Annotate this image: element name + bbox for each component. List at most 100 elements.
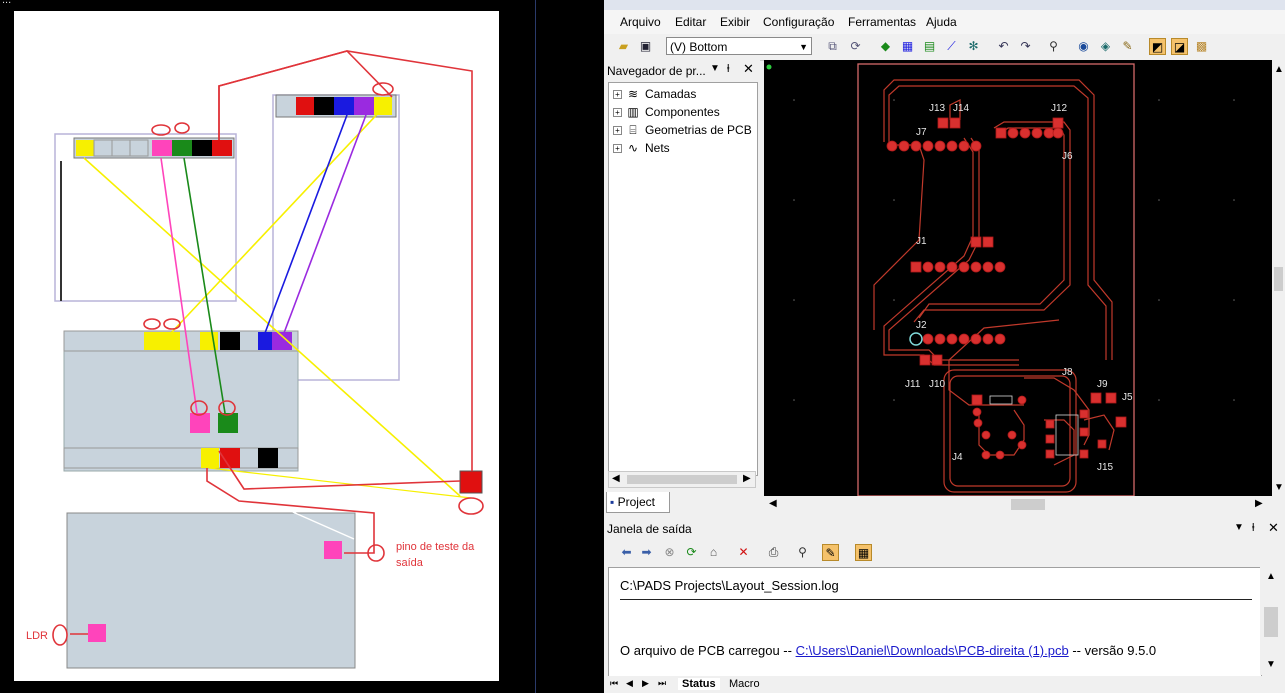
refresh-icon[interactable]: ⟳ (683, 544, 700, 561)
refresh-icon[interactable]: ⟳ (847, 38, 864, 55)
expand-icon[interactable]: + (613, 143, 622, 153)
tree-item-nets[interactable]: + ∿ Nets (613, 139, 670, 157)
output-window-title: Janela de saída (607, 522, 692, 536)
ref-j11: J11 (905, 379, 921, 390)
scroll-right-icon[interactable]: ▶ (743, 473, 751, 484)
scroll-up-icon[interactable]: ▲ (1266, 571, 1276, 582)
home-icon[interactable]: ⌂ (705, 544, 722, 561)
scroll-thumb[interactable] (1264, 607, 1278, 637)
tab-project[interactable]: ▪ Project (606, 492, 670, 513)
menu-bar: Arquivo Editar Exibir Configuração Ferra… (604, 10, 1285, 34)
pcb-layout[interactable]: J13 J14 J12 J7 J6 J1 J2 J11 J10 J8 J9 J5… (764, 60, 1272, 497)
pcb-canvas[interactable]: J13 J14 J12 J7 J6 J1 J2 J11 J10 J8 J9 J5… (764, 60, 1272, 497)
component-icon[interactable]: ✻ (965, 38, 982, 55)
print-icon[interactable]: ⎙ (765, 544, 782, 561)
tree-item-label: Nets (645, 141, 670, 155)
tab-project-label: Project (617, 495, 655, 509)
menu-configuracao[interactable]: Configuração (763, 15, 834, 29)
scroll-left-icon[interactable]: ◀ (769, 498, 777, 509)
edit-icon[interactable]: ✎ (822, 544, 839, 561)
tree-item-camadas[interactable]: + ≋ Camadas (613, 85, 696, 103)
output-tabs: ⏮ ◀ ▶ ⏭ Status Macro (604, 676, 1285, 693)
layers-icon: ≋ (627, 87, 639, 101)
prev-icon[interactable]: ◀ (626, 678, 633, 689)
scroll-up-icon[interactable]: ▲ (1274, 64, 1284, 75)
scroll-thumb[interactable] (1274, 267, 1283, 291)
ldr-annotation: LDR (26, 630, 48, 642)
delete-icon[interactable]: ✕ (735, 544, 752, 561)
board-header-top (63, 330, 299, 352)
scroll-down-icon[interactable]: ▼ (1266, 659, 1276, 670)
pcb-horizontal-scrollbar[interactable]: ◀ ▶ (764, 496, 1272, 513)
first-icon[interactable]: ⏮ (610, 678, 618, 689)
dropdown-icon[interactable]: ▼ (1234, 522, 1244, 533)
scroll-down-icon[interactable]: ▼ (1274, 482, 1284, 493)
line-icon[interactable]: ⟋ (943, 38, 960, 55)
log-icon[interactable]: ▦ (855, 544, 872, 561)
nets-icon: ∿ (627, 141, 639, 155)
pin-icon[interactable]: ⱡ (1252, 522, 1254, 534)
back-icon[interactable]: ⬅ (618, 544, 635, 561)
menu-ferramentas[interactable]: Ferramentas (848, 15, 916, 29)
expand-icon[interactable]: + (613, 125, 622, 135)
menu-exibir[interactable]: Exibir (720, 15, 750, 29)
ref-j9: J9 (1097, 379, 1108, 390)
menu-arquivo[interactable]: Arquivo (620, 15, 661, 29)
pin-icon[interactable]: ⱡ (727, 63, 729, 75)
scroll-left-icon[interactable]: ◀ (612, 473, 620, 484)
tab-status[interactable]: Status (678, 678, 720, 690)
close-icon[interactable]: ✕ (1268, 520, 1279, 536)
close-icon[interactable]: ✕ (743, 61, 754, 77)
window-titlebar (604, 0, 1285, 10)
zoom-icon[interactable]: ⚲ (1045, 38, 1062, 55)
save-icon[interactable]: ▣ (637, 38, 654, 55)
pcb-vertical-scrollbar[interactable]: ▲ ▼ (1272, 60, 1285, 496)
scroll-right-icon[interactable]: ▶ (1255, 498, 1263, 509)
scroll-thumb[interactable] (627, 475, 737, 484)
menu-editar[interactable]: Editar (675, 15, 706, 29)
wiring-sketch: pino de teste da saída LDR (14, 11, 499, 681)
output-log: C:\PADS Projects\Layout_Session.log O ar… (608, 567, 1262, 677)
toggle-pcb-icon[interactable]: ◩ (1149, 38, 1166, 55)
project-navigator: Navegador de pr... ▼ ⱡ ✕ + ≋ Camadas + ▥… (604, 60, 760, 515)
tree-item-componentes[interactable]: + ▥ Componentes (613, 103, 720, 121)
log-separator (620, 599, 1252, 600)
next-icon[interactable]: ▶ (642, 678, 649, 689)
dropdown-icon[interactable]: ▼ (710, 63, 720, 74)
route-icon[interactable]: ◆ (877, 38, 894, 55)
chip-icon: ▥ (627, 105, 639, 119)
navigator-scrollbar[interactable]: ◀ ▶ (608, 471, 756, 488)
forward-icon[interactable]: ➡ (638, 544, 655, 561)
layer-select[interactable]: (V) Bottom ▼ (666, 37, 812, 55)
output-scrollbar[interactable]: ▲ ▼ (1260, 567, 1282, 675)
expand-icon[interactable]: + (613, 89, 622, 99)
output-window-header: Janela de saída ▼ ⱡ ✕ (604, 519, 1285, 539)
undo-icon[interactable]: ↶ (995, 38, 1012, 55)
expand-icon[interactable]: + (613, 107, 622, 117)
main-toolbar: ▰ ▣ (V) Bottom ▼ ⧉ ⟳ ◆ ▦ ▤ ⟋ ✻ ↶ ↷ ⚲ ◉ ◈… (604, 34, 1285, 61)
footprint-icon: ⌸ (629, 122, 637, 137)
open-icon[interactable]: ▰ (615, 38, 632, 55)
view-icon[interactable]: ◉ (1075, 38, 1092, 55)
design-icon[interactable]: ▤ (921, 38, 938, 55)
toggle-view-icon[interactable]: ◪ (1171, 38, 1188, 55)
tab-macro[interactable]: Macro (729, 678, 760, 690)
grid-icon[interactable]: ▩ (1193, 38, 1210, 55)
ref-j12: J12 (1051, 103, 1068, 114)
stop-icon[interactable]: ⊗ (661, 544, 678, 561)
last-icon[interactable]: ⏭ (658, 678, 666, 689)
find-icon[interactable]: ⚲ (794, 544, 811, 561)
test-pin-annotation-2: saída (396, 557, 424, 569)
menu-ajuda[interactable]: Ajuda (926, 15, 957, 29)
autoroute-icon[interactable]: ▦ (899, 38, 916, 55)
tree-item-geometrias[interactable]: + ⌸ Geometrias de PCB (613, 121, 752, 139)
brush-icon[interactable]: ✎ (1119, 38, 1136, 55)
layers-icon[interactable]: ◈ (1097, 38, 1114, 55)
green-pad (218, 413, 238, 433)
project-icon: ▪ (610, 495, 615, 509)
log-line: C:\PADS Projects\Layout_Session.log (620, 578, 839, 593)
scroll-thumb[interactable] (1011, 499, 1045, 510)
properties-icon[interactable]: ⧉ (824, 38, 841, 55)
redo-icon[interactable]: ↷ (1017, 38, 1034, 55)
pcb-file-link[interactable]: C:\Users\Daniel\Downloads\PCB-direita (1… (796, 643, 1069, 658)
